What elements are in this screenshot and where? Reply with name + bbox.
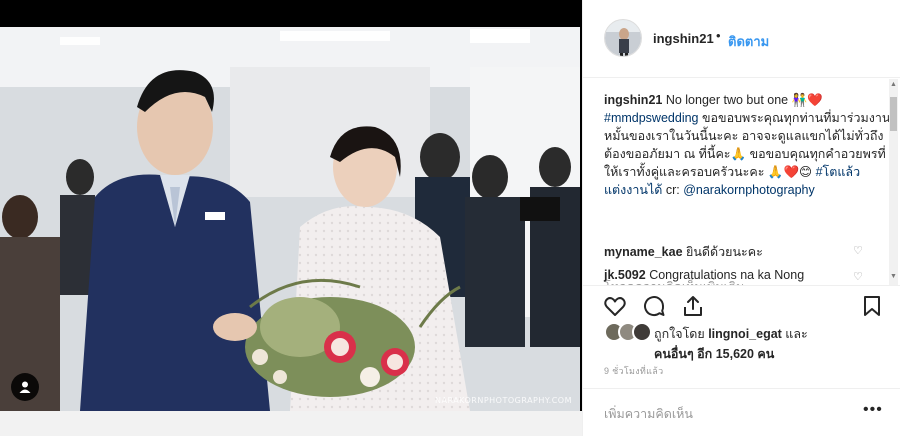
- scrollbar-thumb[interactable]: [890, 97, 897, 131]
- likes-middle: และ: [781, 327, 808, 341]
- scroll-down-arrow-icon[interactable]: ▼: [889, 273, 898, 280]
- likes-summary: ถูกใจโดย lingnoi_egat และ คนอื่นๆ อีก 15…: [604, 322, 894, 361]
- likes-prefix: ถูกใจโดย: [654, 327, 709, 341]
- comment-text: Congratulations na ka Nong: [649, 268, 805, 282]
- caption-emoji-2: 🙏: [730, 147, 747, 161]
- post-side-panel: ingshin21 • ติดตาม ingshin21 No longer t…: [582, 0, 900, 436]
- user-icon: [19, 381, 31, 393]
- caption-text-1: No longer two but one: [665, 93, 792, 107]
- post-timestamp[interactable]: 9 ชั่วโมงที่แล้ว: [604, 364, 663, 378]
- comment-username[interactable]: jk.5092: [604, 268, 646, 282]
- add-comment-input[interactable]: เพิ่มความคิดเห็น: [604, 404, 693, 424]
- caption-username[interactable]: ingshin21: [604, 93, 662, 107]
- caption-hashtag-1[interactable]: #mmdpswedding: [604, 111, 699, 125]
- comment-text: ยินดีด้วยนะคะ: [686, 245, 763, 259]
- post-header: ingshin21 • ติดตาม: [583, 0, 900, 78]
- comment-bubble-icon[interactable]: [642, 294, 666, 318]
- likes-others-link[interactable]: คนอื่นๆ อีก 15,620 คน: [654, 347, 774, 361]
- follow-button[interactable]: ติดตาม: [728, 31, 769, 52]
- likes-suffix: คน: [753, 347, 775, 361]
- likes-others-prefix: คนอื่นๆ อีก: [654, 347, 716, 361]
- comments-section: ingshin21 No longer two but one 👫❤️ #mmd…: [583, 79, 900, 285]
- comment-item: myname_kae ยินดีด้วยนะคะ: [604, 242, 763, 262]
- caption-emoji-1: 👫❤️: [791, 93, 823, 107]
- more-options-icon[interactable]: •••: [863, 401, 883, 419]
- add-comment-bar: เพิ่มความคิดเห็น •••: [583, 388, 900, 436]
- photo-watermark: NARAKORNPHOTOGRAPHY.COM: [435, 396, 572, 405]
- share-icon[interactable]: [681, 294, 705, 318]
- comment-like-icon[interactable]: ♡: [853, 270, 863, 283]
- post-photo[interactable]: NARAKORNPHOTOGRAPHY.COM: [0, 27, 580, 411]
- caption-text-4: cr:: [662, 183, 684, 197]
- caption-emoji-3: 🙏❤️😊: [767, 165, 813, 179]
- scroll-up-arrow-icon[interactable]: ▲: [889, 81, 898, 88]
- like-heart-icon[interactable]: [603, 294, 627, 318]
- liker-avatar[interactable]: [632, 322, 652, 342]
- comment-like-icon[interactable]: ♡: [853, 244, 863, 257]
- author-avatar-image: [605, 20, 641, 56]
- tagged-users-button[interactable]: [11, 373, 39, 401]
- author-username[interactable]: ingshin21: [653, 31, 714, 46]
- comment-username[interactable]: myname_kae: [604, 245, 683, 259]
- comments-scrollbar[interactable]: ▲ ▼: [889, 79, 898, 285]
- header-separator: •: [716, 28, 721, 43]
- liker-avatars: [604, 322, 654, 344]
- wedding-photo-illustration: [0, 27, 580, 411]
- post-photo-area: NARAKORNPHOTOGRAPHY.COM: [0, 0, 582, 436]
- likes-count: 15,620: [715, 347, 754, 361]
- photo-bottom-bar: [0, 411, 582, 436]
- bookmark-icon[interactable]: [860, 294, 884, 318]
- caption-mention[interactable]: @narakornphotography: [683, 183, 815, 197]
- post-actions-bar: [583, 285, 900, 325]
- author-avatar[interactable]: [604, 19, 642, 57]
- post-caption: ingshin21 No longer two but one 👫❤️ #mmd…: [604, 91, 894, 199]
- comment-item: jk.5092 Congratulations na ka Nong: [604, 268, 804, 282]
- likes-text: ถูกใจโดย lingnoi_egat และ คนอื่นๆ อีก 15…: [654, 324, 894, 364]
- likes-user-link[interactable]: lingnoi_egat: [708, 327, 782, 341]
